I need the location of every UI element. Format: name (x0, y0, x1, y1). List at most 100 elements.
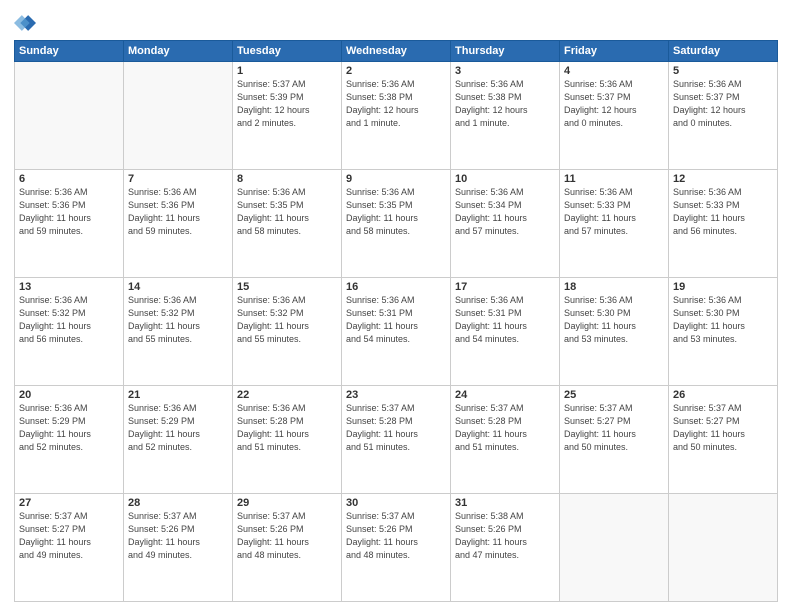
day-number: 20 (19, 389, 119, 401)
calendar-cell (15, 62, 124, 170)
day-number: 11 (564, 173, 664, 185)
day-number: 28 (128, 497, 228, 509)
day-number: 18 (564, 281, 664, 293)
day-info: Sunrise: 5:36 AM Sunset: 5:36 PM Dayligh… (128, 186, 228, 238)
day-info: Sunrise: 5:37 AM Sunset: 5:26 PM Dayligh… (237, 510, 337, 562)
calendar-cell (669, 494, 778, 602)
day-number: 24 (455, 389, 555, 401)
calendar-cell (560, 494, 669, 602)
day-info: Sunrise: 5:36 AM Sunset: 5:37 PM Dayligh… (673, 78, 773, 130)
calendar-cell: 26Sunrise: 5:37 AM Sunset: 5:27 PM Dayli… (669, 386, 778, 494)
day-number: 9 (346, 173, 446, 185)
calendar-cell: 20Sunrise: 5:36 AM Sunset: 5:29 PM Dayli… (15, 386, 124, 494)
day-info: Sunrise: 5:36 AM Sunset: 5:31 PM Dayligh… (346, 294, 446, 346)
day-number: 29 (237, 497, 337, 509)
day-info: Sunrise: 5:38 AM Sunset: 5:26 PM Dayligh… (455, 510, 555, 562)
day-info: Sunrise: 5:37 AM Sunset: 5:26 PM Dayligh… (346, 510, 446, 562)
day-number: 19 (673, 281, 773, 293)
day-number: 5 (673, 65, 773, 77)
day-info: Sunrise: 5:37 AM Sunset: 5:28 PM Dayligh… (346, 402, 446, 454)
calendar-cell: 21Sunrise: 5:36 AM Sunset: 5:29 PM Dayli… (124, 386, 233, 494)
day-info: Sunrise: 5:36 AM Sunset: 5:36 PM Dayligh… (19, 186, 119, 238)
day-number: 27 (19, 497, 119, 509)
calendar-cell: 5Sunrise: 5:36 AM Sunset: 5:37 PM Daylig… (669, 62, 778, 170)
calendar-cell: 19Sunrise: 5:36 AM Sunset: 5:30 PM Dayli… (669, 278, 778, 386)
calendar-cell: 4Sunrise: 5:36 AM Sunset: 5:37 PM Daylig… (560, 62, 669, 170)
day-number: 30 (346, 497, 446, 509)
column-header-tuesday: Tuesday (233, 41, 342, 62)
day-info: Sunrise: 5:36 AM Sunset: 5:35 PM Dayligh… (237, 186, 337, 238)
calendar-week-3: 13Sunrise: 5:36 AM Sunset: 5:32 PM Dayli… (15, 278, 778, 386)
calendar-cell: 25Sunrise: 5:37 AM Sunset: 5:27 PM Dayli… (560, 386, 669, 494)
day-info: Sunrise: 5:36 AM Sunset: 5:35 PM Dayligh… (346, 186, 446, 238)
day-number: 8 (237, 173, 337, 185)
day-info: Sunrise: 5:37 AM Sunset: 5:27 PM Dayligh… (19, 510, 119, 562)
calendar-header-row: SundayMondayTuesdayWednesdayThursdayFrid… (15, 41, 778, 62)
column-header-monday: Monday (124, 41, 233, 62)
day-info: Sunrise: 5:36 AM Sunset: 5:30 PM Dayligh… (673, 294, 773, 346)
day-number: 22 (237, 389, 337, 401)
calendar-cell: 13Sunrise: 5:36 AM Sunset: 5:32 PM Dayli… (15, 278, 124, 386)
calendar-cell: 11Sunrise: 5:36 AM Sunset: 5:33 PM Dayli… (560, 170, 669, 278)
calendar-cell: 14Sunrise: 5:36 AM Sunset: 5:32 PM Dayli… (124, 278, 233, 386)
day-info: Sunrise: 5:36 AM Sunset: 5:29 PM Dayligh… (19, 402, 119, 454)
day-number: 1 (237, 65, 337, 77)
day-number: 31 (455, 497, 555, 509)
day-number: 17 (455, 281, 555, 293)
calendar-cell: 28Sunrise: 5:37 AM Sunset: 5:26 PM Dayli… (124, 494, 233, 602)
logo (14, 12, 40, 34)
column-header-thursday: Thursday (451, 41, 560, 62)
day-number: 21 (128, 389, 228, 401)
day-number: 2 (346, 65, 446, 77)
day-number: 25 (564, 389, 664, 401)
day-number: 7 (128, 173, 228, 185)
day-info: Sunrise: 5:36 AM Sunset: 5:32 PM Dayligh… (237, 294, 337, 346)
day-number: 4 (564, 65, 664, 77)
calendar-cell: 16Sunrise: 5:36 AM Sunset: 5:31 PM Dayli… (342, 278, 451, 386)
day-info: Sunrise: 5:36 AM Sunset: 5:32 PM Dayligh… (128, 294, 228, 346)
calendar-cell: 2Sunrise: 5:36 AM Sunset: 5:38 PM Daylig… (342, 62, 451, 170)
calendar-cell: 6Sunrise: 5:36 AM Sunset: 5:36 PM Daylig… (15, 170, 124, 278)
page: SundayMondayTuesdayWednesdayThursdayFrid… (0, 0, 792, 612)
day-number: 15 (237, 281, 337, 293)
calendar-cell: 31Sunrise: 5:38 AM Sunset: 5:26 PM Dayli… (451, 494, 560, 602)
calendar-cell: 3Sunrise: 5:36 AM Sunset: 5:38 PM Daylig… (451, 62, 560, 170)
column-header-wednesday: Wednesday (342, 41, 451, 62)
calendar-cell: 27Sunrise: 5:37 AM Sunset: 5:27 PM Dayli… (15, 494, 124, 602)
column-header-saturday: Saturday (669, 41, 778, 62)
calendar-week-5: 27Sunrise: 5:37 AM Sunset: 5:27 PM Dayli… (15, 494, 778, 602)
day-number: 16 (346, 281, 446, 293)
calendar-cell: 12Sunrise: 5:36 AM Sunset: 5:33 PM Dayli… (669, 170, 778, 278)
day-number: 26 (673, 389, 773, 401)
day-number: 13 (19, 281, 119, 293)
calendar-cell: 17Sunrise: 5:36 AM Sunset: 5:31 PM Dayli… (451, 278, 560, 386)
calendar-cell: 7Sunrise: 5:36 AM Sunset: 5:36 PM Daylig… (124, 170, 233, 278)
day-info: Sunrise: 5:36 AM Sunset: 5:29 PM Dayligh… (128, 402, 228, 454)
day-info: Sunrise: 5:37 AM Sunset: 5:26 PM Dayligh… (128, 510, 228, 562)
calendar-cell: 8Sunrise: 5:36 AM Sunset: 5:35 PM Daylig… (233, 170, 342, 278)
calendar: SundayMondayTuesdayWednesdayThursdayFrid… (14, 40, 778, 602)
calendar-cell: 10Sunrise: 5:36 AM Sunset: 5:34 PM Dayli… (451, 170, 560, 278)
day-info: Sunrise: 5:36 AM Sunset: 5:38 PM Dayligh… (455, 78, 555, 130)
column-header-sunday: Sunday (15, 41, 124, 62)
logo-icon (14, 12, 36, 34)
day-info: Sunrise: 5:36 AM Sunset: 5:33 PM Dayligh… (564, 186, 664, 238)
day-info: Sunrise: 5:36 AM Sunset: 5:34 PM Dayligh… (455, 186, 555, 238)
calendar-week-2: 6Sunrise: 5:36 AM Sunset: 5:36 PM Daylig… (15, 170, 778, 278)
day-info: Sunrise: 5:36 AM Sunset: 5:30 PM Dayligh… (564, 294, 664, 346)
calendar-cell: 15Sunrise: 5:36 AM Sunset: 5:32 PM Dayli… (233, 278, 342, 386)
calendar-cell: 1Sunrise: 5:37 AM Sunset: 5:39 PM Daylig… (233, 62, 342, 170)
day-info: Sunrise: 5:36 AM Sunset: 5:31 PM Dayligh… (455, 294, 555, 346)
day-number: 10 (455, 173, 555, 185)
calendar-cell: 30Sunrise: 5:37 AM Sunset: 5:26 PM Dayli… (342, 494, 451, 602)
calendar-cell: 9Sunrise: 5:36 AM Sunset: 5:35 PM Daylig… (342, 170, 451, 278)
day-info: Sunrise: 5:36 AM Sunset: 5:32 PM Dayligh… (19, 294, 119, 346)
calendar-cell: 23Sunrise: 5:37 AM Sunset: 5:28 PM Dayli… (342, 386, 451, 494)
calendar-cell (124, 62, 233, 170)
calendar-cell: 18Sunrise: 5:36 AM Sunset: 5:30 PM Dayli… (560, 278, 669, 386)
day-info: Sunrise: 5:37 AM Sunset: 5:27 PM Dayligh… (673, 402, 773, 454)
day-info: Sunrise: 5:37 AM Sunset: 5:39 PM Dayligh… (237, 78, 337, 130)
day-info: Sunrise: 5:37 AM Sunset: 5:27 PM Dayligh… (564, 402, 664, 454)
calendar-cell: 24Sunrise: 5:37 AM Sunset: 5:28 PM Dayli… (451, 386, 560, 494)
calendar-week-4: 20Sunrise: 5:36 AM Sunset: 5:29 PM Dayli… (15, 386, 778, 494)
